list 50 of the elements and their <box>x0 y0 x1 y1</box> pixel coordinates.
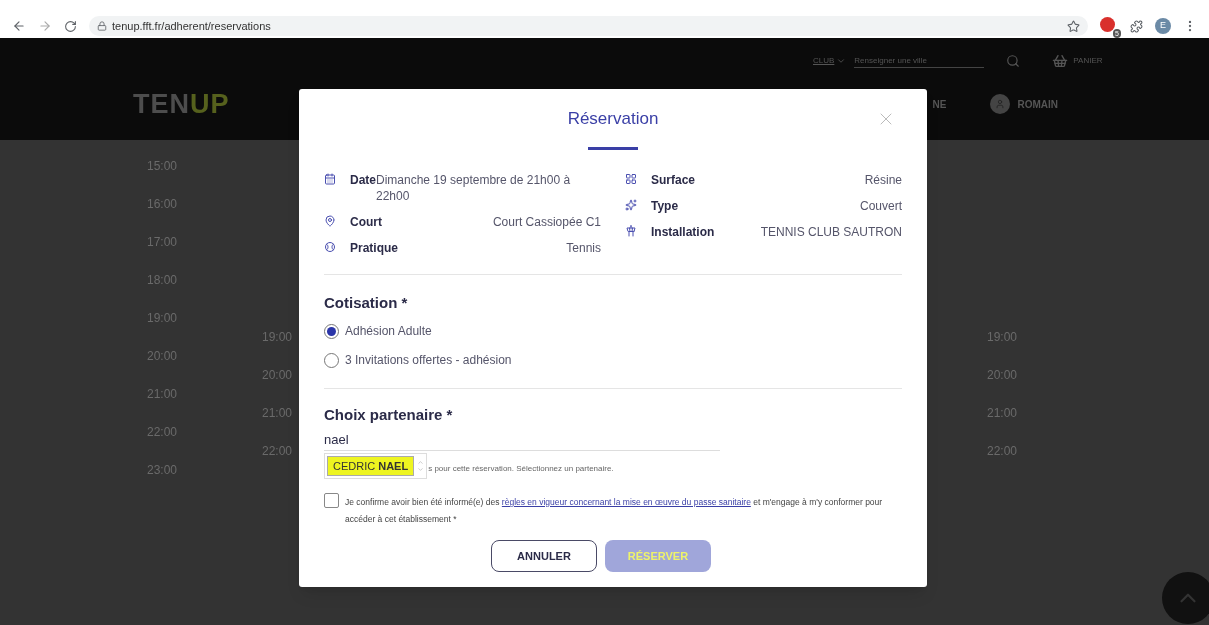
bookmark-star-icon[interactable] <box>1067 19 1080 33</box>
section-heading: Cotisation * <box>324 293 409 313</box>
spinner-icon <box>416 459 425 473</box>
url-text: tenup.fft.fr/adherent/reservations <box>112 18 271 34</box>
detail-label: Installation <box>651 224 715 240</box>
partner-input[interactable]: nael <box>324 429 720 451</box>
nav-item[interactable]: NE <box>932 96 947 112</box>
basket-icon <box>1052 53 1069 69</box>
detail-value: Court Cassiopée C1 <box>492 214 601 230</box>
consent-text: Je confirme avoir bien été informé(e) des règles en vigueur concernant la mise en œuvre du passe sanitaire et m'engage à m'y conformer pour accéder à cet établissement * <box>345 496 884 526</box>
logo[interactable]: TENUP <box>133 90 230 118</box>
detail-value: Tennis <box>566 240 601 256</box>
dialog-title: Réservation <box>567 108 659 130</box>
suggestion-item[interactable]: CEDRIC NAEL <box>327 456 415 476</box>
sparkle-icon <box>625 199 637 211</box>
rules-link[interactable]: règles en vigueur concernant la mise en œuvre du passe sanitaire <box>501 497 751 507</box>
consent-checkbox[interactable] <box>324 493 339 508</box>
calendar-icon <box>324 173 336 185</box>
club-dropdown[interactable]: CLUB <box>813 55 847 67</box>
detail-value: Résine <box>864 172 902 188</box>
address-bar[interactable]: tenup.fft.fr/adherent/reservations <box>89 16 1088 36</box>
city-search-field[interactable]: Renseigner une ville <box>854 54 985 68</box>
lock-icon <box>97 21 107 31</box>
user-name[interactable]: ROMAIN <box>1017 96 1058 112</box>
cart-button[interactable]: PANIER <box>1052 53 1103 69</box>
detail-label: Pratique <box>350 240 398 256</box>
section-heading: Choix partenaire * <box>324 405 454 425</box>
radio-label: Adhésion Adulte <box>345 323 432 340</box>
radio-label: 3 Invitations offertes - adhésion <box>345 352 512 369</box>
detail-value: Dimanche 19 septembre de 21h00 à 22h00 <box>376 172 572 204</box>
hint-text: s pour cette réservation. Sélectionnez un partenaire. <box>428 463 614 475</box>
user-icon <box>995 99 1006 109</box>
map-pin-icon <box>324 215 336 227</box>
detail-value: Couvert <box>859 198 902 214</box>
chevron-down-icon <box>836 56 847 66</box>
detail-label: Date <box>350 172 376 189</box>
detail-label: Type <box>651 198 679 214</box>
detail-label: Surface <box>651 172 696 188</box>
puzzle-icon[interactable] <box>1130 19 1143 33</box>
title-underline <box>588 147 638 150</box>
cancel-button[interactable]: ANNULER <box>491 540 597 572</box>
grid-icon <box>625 173 637 185</box>
tower-icon <box>625 225 637 237</box>
detail-value: TENNIS CLUB SAUTRON <box>760 224 902 240</box>
profile-avatar[interactable]: E <box>1155 18 1171 34</box>
extension-icon[interactable] <box>1100 17 1115 32</box>
back-icon[interactable] <box>12 19 26 33</box>
detail-label: Court <box>350 214 382 230</box>
ball-icon <box>324 241 336 253</box>
reload-icon[interactable] <box>64 19 77 33</box>
